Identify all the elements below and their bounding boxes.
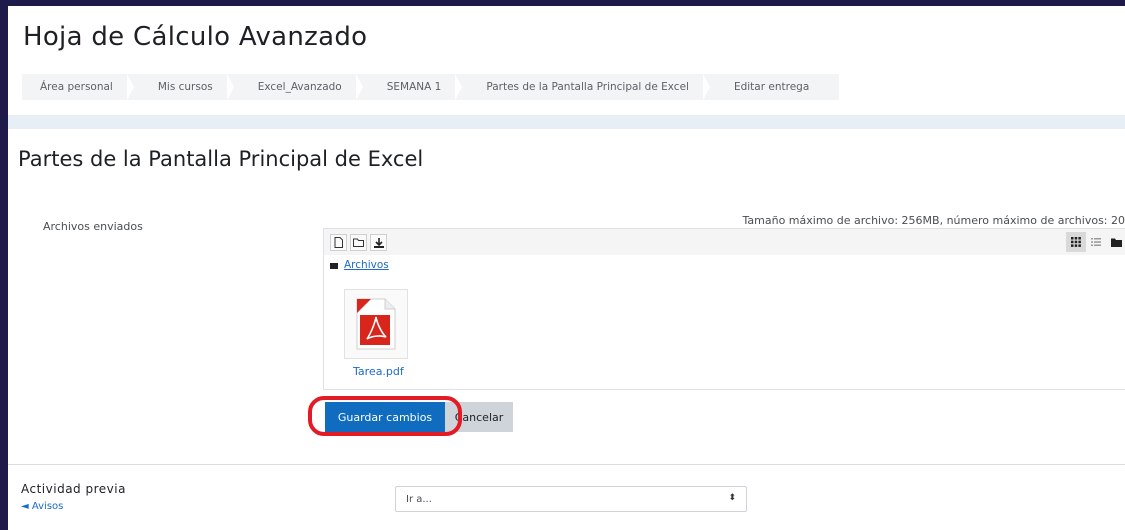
list-icon [1091, 238, 1101, 246]
previous-activity-label: Actividad previa [21, 482, 126, 496]
grid-view-button[interactable] [1066, 232, 1086, 252]
add-file-button[interactable] [330, 234, 347, 251]
download-icon [373, 237, 384, 248]
breadcrumb-item-course[interactable]: Excel_Avanzado [246, 74, 375, 100]
file-manager: Archivos Tarea.pdf [323, 228, 1125, 390]
folder-tree-icon [1110, 238, 1122, 247]
files-label: Archivos enviados [43, 220, 143, 233]
select-caret-icon: ⬍ [728, 493, 736, 503]
file-path: Archivos [330, 259, 389, 271]
divider [8, 464, 1125, 465]
pdf-icon [356, 298, 396, 350]
grid-icon [1071, 237, 1081, 247]
header-band [8, 115, 1125, 129]
previous-activity-link[interactable]: ◄ Avisos [21, 501, 63, 512]
breadcrumb-item-mis-cursos[interactable]: Mis cursos [146, 74, 246, 100]
folder-small-icon [330, 263, 338, 269]
breadcrumb-item-area-personal[interactable]: Área personal [28, 74, 146, 100]
section-title: Partes de la Pantalla Principal de Excel [18, 147, 424, 171]
breadcrumb-item-week[interactable]: SEMANA 1 [375, 74, 475, 100]
create-folder-button[interactable] [350, 234, 367, 251]
breadcrumb-item-current: Editar entrega [733, 81, 810, 93]
page-frame: Hoja de Cálculo Avanzado Área personal M… [8, 6, 1125, 530]
file-name-link[interactable]: Tarea.pdf [353, 365, 404, 378]
page-title: Hoja de Cálculo Avanzado [23, 22, 368, 52]
download-button[interactable] [370, 234, 387, 251]
save-changes-button[interactable]: Guardar cambios [325, 402, 445, 432]
breadcrumb: Área personal Mis cursos Excel_Avanzado … [22, 74, 840, 100]
file-item[interactable] [344, 289, 408, 359]
cancel-button[interactable]: Cancelar [445, 402, 513, 432]
list-view-button[interactable] [1086, 232, 1106, 252]
jump-to-value: Ir a... [406, 493, 432, 505]
path-link-archivos[interactable]: Archivos [344, 259, 389, 271]
folder-icon [353, 238, 364, 247]
breadcrumb-item-activity[interactable]: Partes de la Pantalla Principal de Excel [474, 74, 722, 100]
max-size-text: Tamaño máximo de archivo: 256MB, número … [742, 214, 1125, 227]
tree-view-button[interactable] [1106, 232, 1125, 252]
file-icon [334, 237, 343, 248]
file-manager-toolbar [324, 229, 1125, 255]
jump-to-select[interactable]: Ir a... ⬍ [395, 486, 747, 512]
view-switcher [1066, 232, 1125, 252]
